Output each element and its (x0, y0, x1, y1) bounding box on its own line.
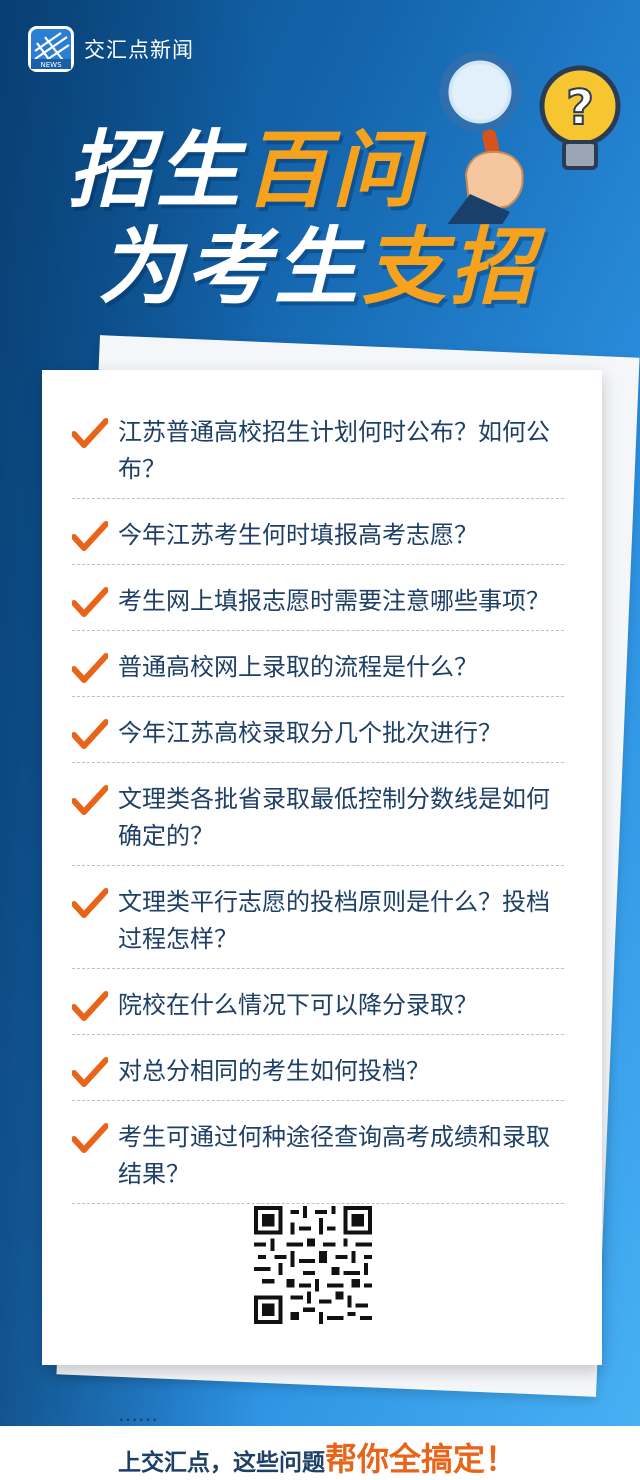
question-text: 江苏普通高校招生计划何时公布？如何公布？ (118, 418, 550, 483)
question-text: 院校在什么情况下可以降分录取？ (118, 991, 478, 1019)
list-item: 今年江苏高校录取分几个批次进行？ (72, 709, 564, 763)
magnifier-icon (439, 51, 521, 164)
checkmark-icon (72, 521, 108, 551)
checkmark-icon (72, 991, 108, 1021)
question-list: 江苏普通高校招生计划何时公布？如何公布？ 今年江苏考生何时填报高考志愿？ 考生网… (72, 408, 564, 1216)
svg-text:?: ? (566, 80, 594, 136)
brand-logo: NEWS 交汇点新闻 (28, 26, 194, 72)
checkmark-icon (72, 888, 108, 918)
ellipsis: …… (118, 1402, 158, 1426)
headline-1-white: 招生 (68, 121, 245, 219)
headline-line-1: 招生百问 (68, 128, 420, 212)
question-text: 普通高校网上录取的流程是什么？ (118, 653, 478, 681)
checkmark-icon (72, 785, 108, 815)
headline-2-white: 为考生 (98, 218, 363, 316)
list-item: 普通高校网上录取的流程是什么？ (72, 643, 564, 697)
question-text: 对总分相同的考生如何投档？ (118, 1057, 430, 1085)
logo-label: NEWS (40, 61, 62, 69)
checkmark-icon (72, 1057, 108, 1087)
headline-1-orange: 百问 (244, 121, 421, 219)
magnifier-lightbulb-illustration: ? (439, 51, 621, 224)
question-text: 考生可通过何种途径查询高考成绩和录取结果？ (118, 1123, 550, 1188)
checkmark-icon (72, 719, 108, 749)
list-item: 江苏普通高校招生计划何时公布？如何公布？ (72, 408, 564, 499)
brand-name: 交汇点新闻 (84, 38, 194, 62)
list-item: 文理类平行志愿的投档原则是什么？投档过程怎样？ (72, 878, 564, 969)
cta-plain-text: 上交汇点，这些问题 (118, 1449, 325, 1476)
checkmark-icon (72, 653, 108, 683)
checkmark-icon (72, 418, 108, 448)
question-text: 今年江苏考生何时填报高考志愿？ (118, 521, 478, 549)
lightbulb-icon: ? (539, 65, 621, 170)
question-text: 考生网上填报志愿时需要注意哪些事项？ (118, 587, 550, 615)
headline-line-2: 为考生支招 (98, 225, 538, 309)
qr-code-icon[interactable] (254, 1206, 372, 1324)
call-to-action: 上交汇点，这些问题帮你全搞定！ (118, 1434, 588, 1480)
list-item: 文理类各批省录取最低控制分数线是如何确定的？ (72, 775, 564, 866)
checkmark-icon (72, 1123, 108, 1153)
question-text: 文理类平行志愿的投档原则是什么？投档过程怎样？ (118, 888, 550, 953)
list-item: 考生网上填报志愿时需要注意哪些事项？ (72, 577, 564, 631)
checkmark-icon (72, 587, 108, 617)
list-item: 对总分相同的考生如何投档？ (72, 1047, 564, 1101)
hand-icon (447, 150, 524, 224)
question-text: 文理类各批省录取最低控制分数线是如何确定的？ (118, 785, 550, 850)
headline-2-orange: 支招 (362, 218, 539, 316)
question-text: 今年江苏高校录取分几个批次进行？ (118, 719, 502, 747)
cta-highlight-text: 帮你全搞定！ (325, 1440, 518, 1478)
list-item: 考生可通过何种途径查询高考成绩和录取结果？ (72, 1113, 564, 1204)
list-item: 今年江苏考生何时填报高考志愿？ (72, 511, 564, 565)
question-card: 江苏普通高校招生计划何时公布？如何公布？ 今年江苏考生何时填报高考志愿？ 考生网… (42, 370, 602, 1478)
list-item: 院校在什么情况下可以降分录取？ (72, 981, 564, 1035)
news-logo-icon: NEWS (28, 26, 74, 72)
